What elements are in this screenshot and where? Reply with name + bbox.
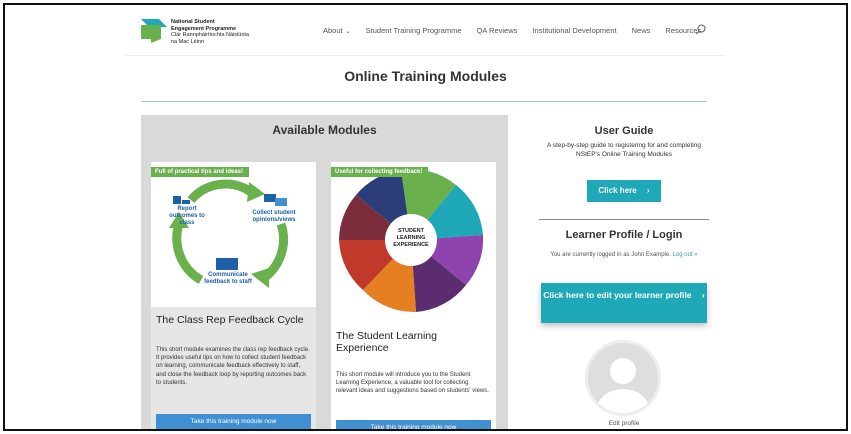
nav-item-institutional-development[interactable]: Institutional Development — [532, 26, 616, 35]
learner-profile-title: Learner Profile / Login — [565, 229, 683, 241]
logo-text: National Student Engagement Programme Cl… — [171, 19, 267, 45]
diagram-label-collect: Collect student opinions/views — [252, 210, 296, 223]
user-guide-button[interactable]: Click here › — [587, 180, 661, 202]
nstep-logo-icon — [141, 19, 167, 43]
nav-item-news[interactable]: News — [632, 26, 651, 35]
nav-label: News — [631, 26, 651, 35]
login-status: You are currently logged in as John Exam… — [539, 251, 709, 260]
avatar[interactable] — [585, 340, 661, 416]
edit-learner-profile-button[interactable]: Click here to edit your learner profile … — [541, 283, 707, 323]
nav-item-qa-reviews[interactable]: QA Reviews — [477, 26, 518, 35]
header-divider — [125, 55, 725, 56]
card-title: The Student Learning Experience — [336, 330, 437, 354]
nav-label: Institutional Development — [532, 26, 617, 35]
card-title: The Class Rep Feedback Cycle — [156, 314, 304, 326]
site-header: National Student Engagement Programme Cl… — [5, 5, 846, 55]
page-title: Online Training Modules — [344, 68, 507, 84]
wheel-center-label: STUDENT LEARNING EXPERIENCE — [393, 228, 429, 248]
button-label: Click here to edit your learner profile — [543, 290, 692, 300]
nav-item-student-training[interactable]: Student Training Programme — [366, 26, 462, 35]
default-avatar-icon — [597, 358, 649, 413]
learning-experience-diagram: Useful for collecting feedback! STUDENT … — [331, 162, 496, 322]
module-card-student-learning: Useful for collecting feedback! STUDENT … — [331, 162, 496, 429]
chevron-right-icon: › — [701, 290, 705, 300]
take-module-button[interactable]: Take this training module now — [156, 414, 311, 429]
user-guide-text: A step-by-step guide to registering for … — [547, 142, 701, 158]
diagram-label-communicate: Communicate feedback to staff — [204, 272, 252, 285]
nav-label: QA Reviews — [476, 26, 518, 35]
site-logo[interactable]: National Student Engagement Programme Cl… — [141, 17, 261, 47]
card-description: This short module will introduce you to … — [336, 372, 489, 395]
modules-panel: Available Modules Full of practical tips… — [141, 115, 508, 429]
card-description: This short module examines the class rep… — [156, 347, 310, 386]
sidebar-divider — [539, 219, 709, 220]
chevron-right-icon: › — [646, 186, 650, 195]
main-nav: About ⌄ Student Training Programme QA Rev… — [323, 26, 716, 35]
user-guide-title: User Guide — [594, 125, 654, 137]
take-module-button[interactable]: Take this training module now — [336, 420, 491, 429]
module-card-class-rep: Full of practical tips and ideas! Report… — [151, 162, 316, 429]
sidebar: User Guide A step-by-step guide to regis… — [539, 125, 709, 427]
chevron-down-icon: ⌄ — [345, 29, 351, 35]
browser-frame: National Student Engagement Programme Cl… — [3, 3, 848, 431]
card-tag: Full of practical tips and ideas! — [151, 167, 250, 177]
card-tag: Useful for collecting feedback! — [331, 167, 429, 177]
nav-label: Student Training Programme — [365, 26, 462, 35]
login-status-text: You are currently logged in as John Exam… — [550, 252, 671, 258]
logo-line-4: na Mac Léinn — [171, 38, 205, 45]
diagram-label-report: Report outcomes to class — [169, 206, 205, 226]
logout-link[interactable]: Log out » — [673, 252, 698, 258]
nav-item-about[interactable]: About ⌄ — [323, 26, 351, 35]
button-label: Click here — [598, 186, 637, 195]
nav-label: About — [323, 26, 343, 35]
search-icon[interactable] — [695, 24, 706, 35]
edit-profile-link[interactable]: Edit profile — [539, 420, 709, 427]
feedback-cycle-diagram: Full of practical tips and ideas! Report… — [151, 162, 316, 307]
title-divider — [141, 101, 707, 102]
modules-heading: Available Modules — [272, 123, 377, 137]
